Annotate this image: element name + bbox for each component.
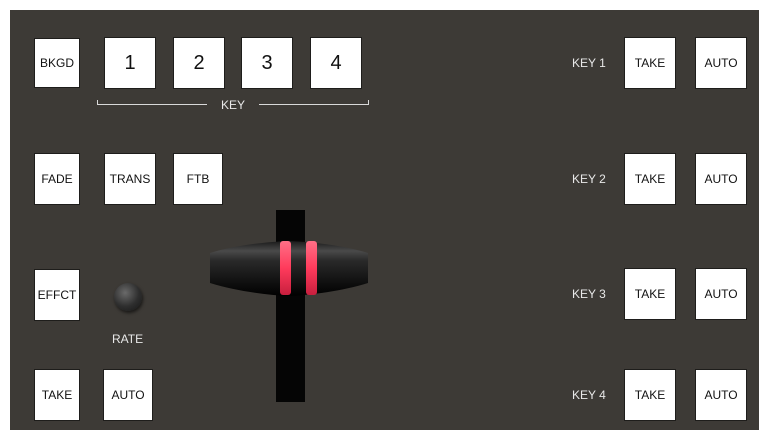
key-group-label: KEY <box>220 98 245 112</box>
take-button[interactable]: TAKE <box>34 369 80 421</box>
trans-button[interactable]: TRANS <box>104 153 156 205</box>
auto-button[interactable]: AUTO <box>103 369 153 421</box>
switcher-control-panel: BKGD 1 2 3 4 KEY FADE TRANS FTB EFFCT RA… <box>10 10 759 430</box>
key-3-select-button[interactable]: 3 <box>241 37 293 89</box>
rate-label: RATE <box>112 332 144 346</box>
keyer-1-take-button[interactable]: TAKE <box>624 37 676 89</box>
tbar-indicator-left <box>280 241 291 295</box>
keyer-2-auto-button[interactable]: AUTO <box>695 153 747 205</box>
rate-knob[interactable] <box>114 283 142 311</box>
keyer-3-take-button[interactable]: TAKE <box>624 268 676 320</box>
fade-button[interactable]: FADE <box>34 153 80 205</box>
keyer-4-label: KEY 4 <box>572 388 606 402</box>
key-2-select-button[interactable]: 2 <box>173 37 225 89</box>
effct-button[interactable]: EFFCT <box>34 269 80 321</box>
keyer-1-label: KEY 1 <box>572 56 606 70</box>
keyer-2-label: KEY 2 <box>572 172 606 186</box>
key-4-select-button[interactable]: 4 <box>310 37 362 89</box>
keyer-3-label: KEY 3 <box>572 287 606 301</box>
ftb-button[interactable]: FTB <box>173 153 223 205</box>
keyer-2-take-button[interactable]: TAKE <box>624 153 676 205</box>
keyer-3-auto-button[interactable]: AUTO <box>695 268 747 320</box>
keyer-4-take-button[interactable]: TAKE <box>624 369 676 421</box>
keyer-1-auto-button[interactable]: AUTO <box>695 37 747 89</box>
bkgd-button[interactable]: BKGD <box>34 38 80 88</box>
tbar-handle[interactable] <box>206 237 372 299</box>
tbar-handle-graphic <box>210 241 368 296</box>
tbar-indicator-right <box>306 241 317 295</box>
keyer-4-auto-button[interactable]: AUTO <box>695 369 747 421</box>
key-1-select-button[interactable]: 1 <box>104 37 156 89</box>
